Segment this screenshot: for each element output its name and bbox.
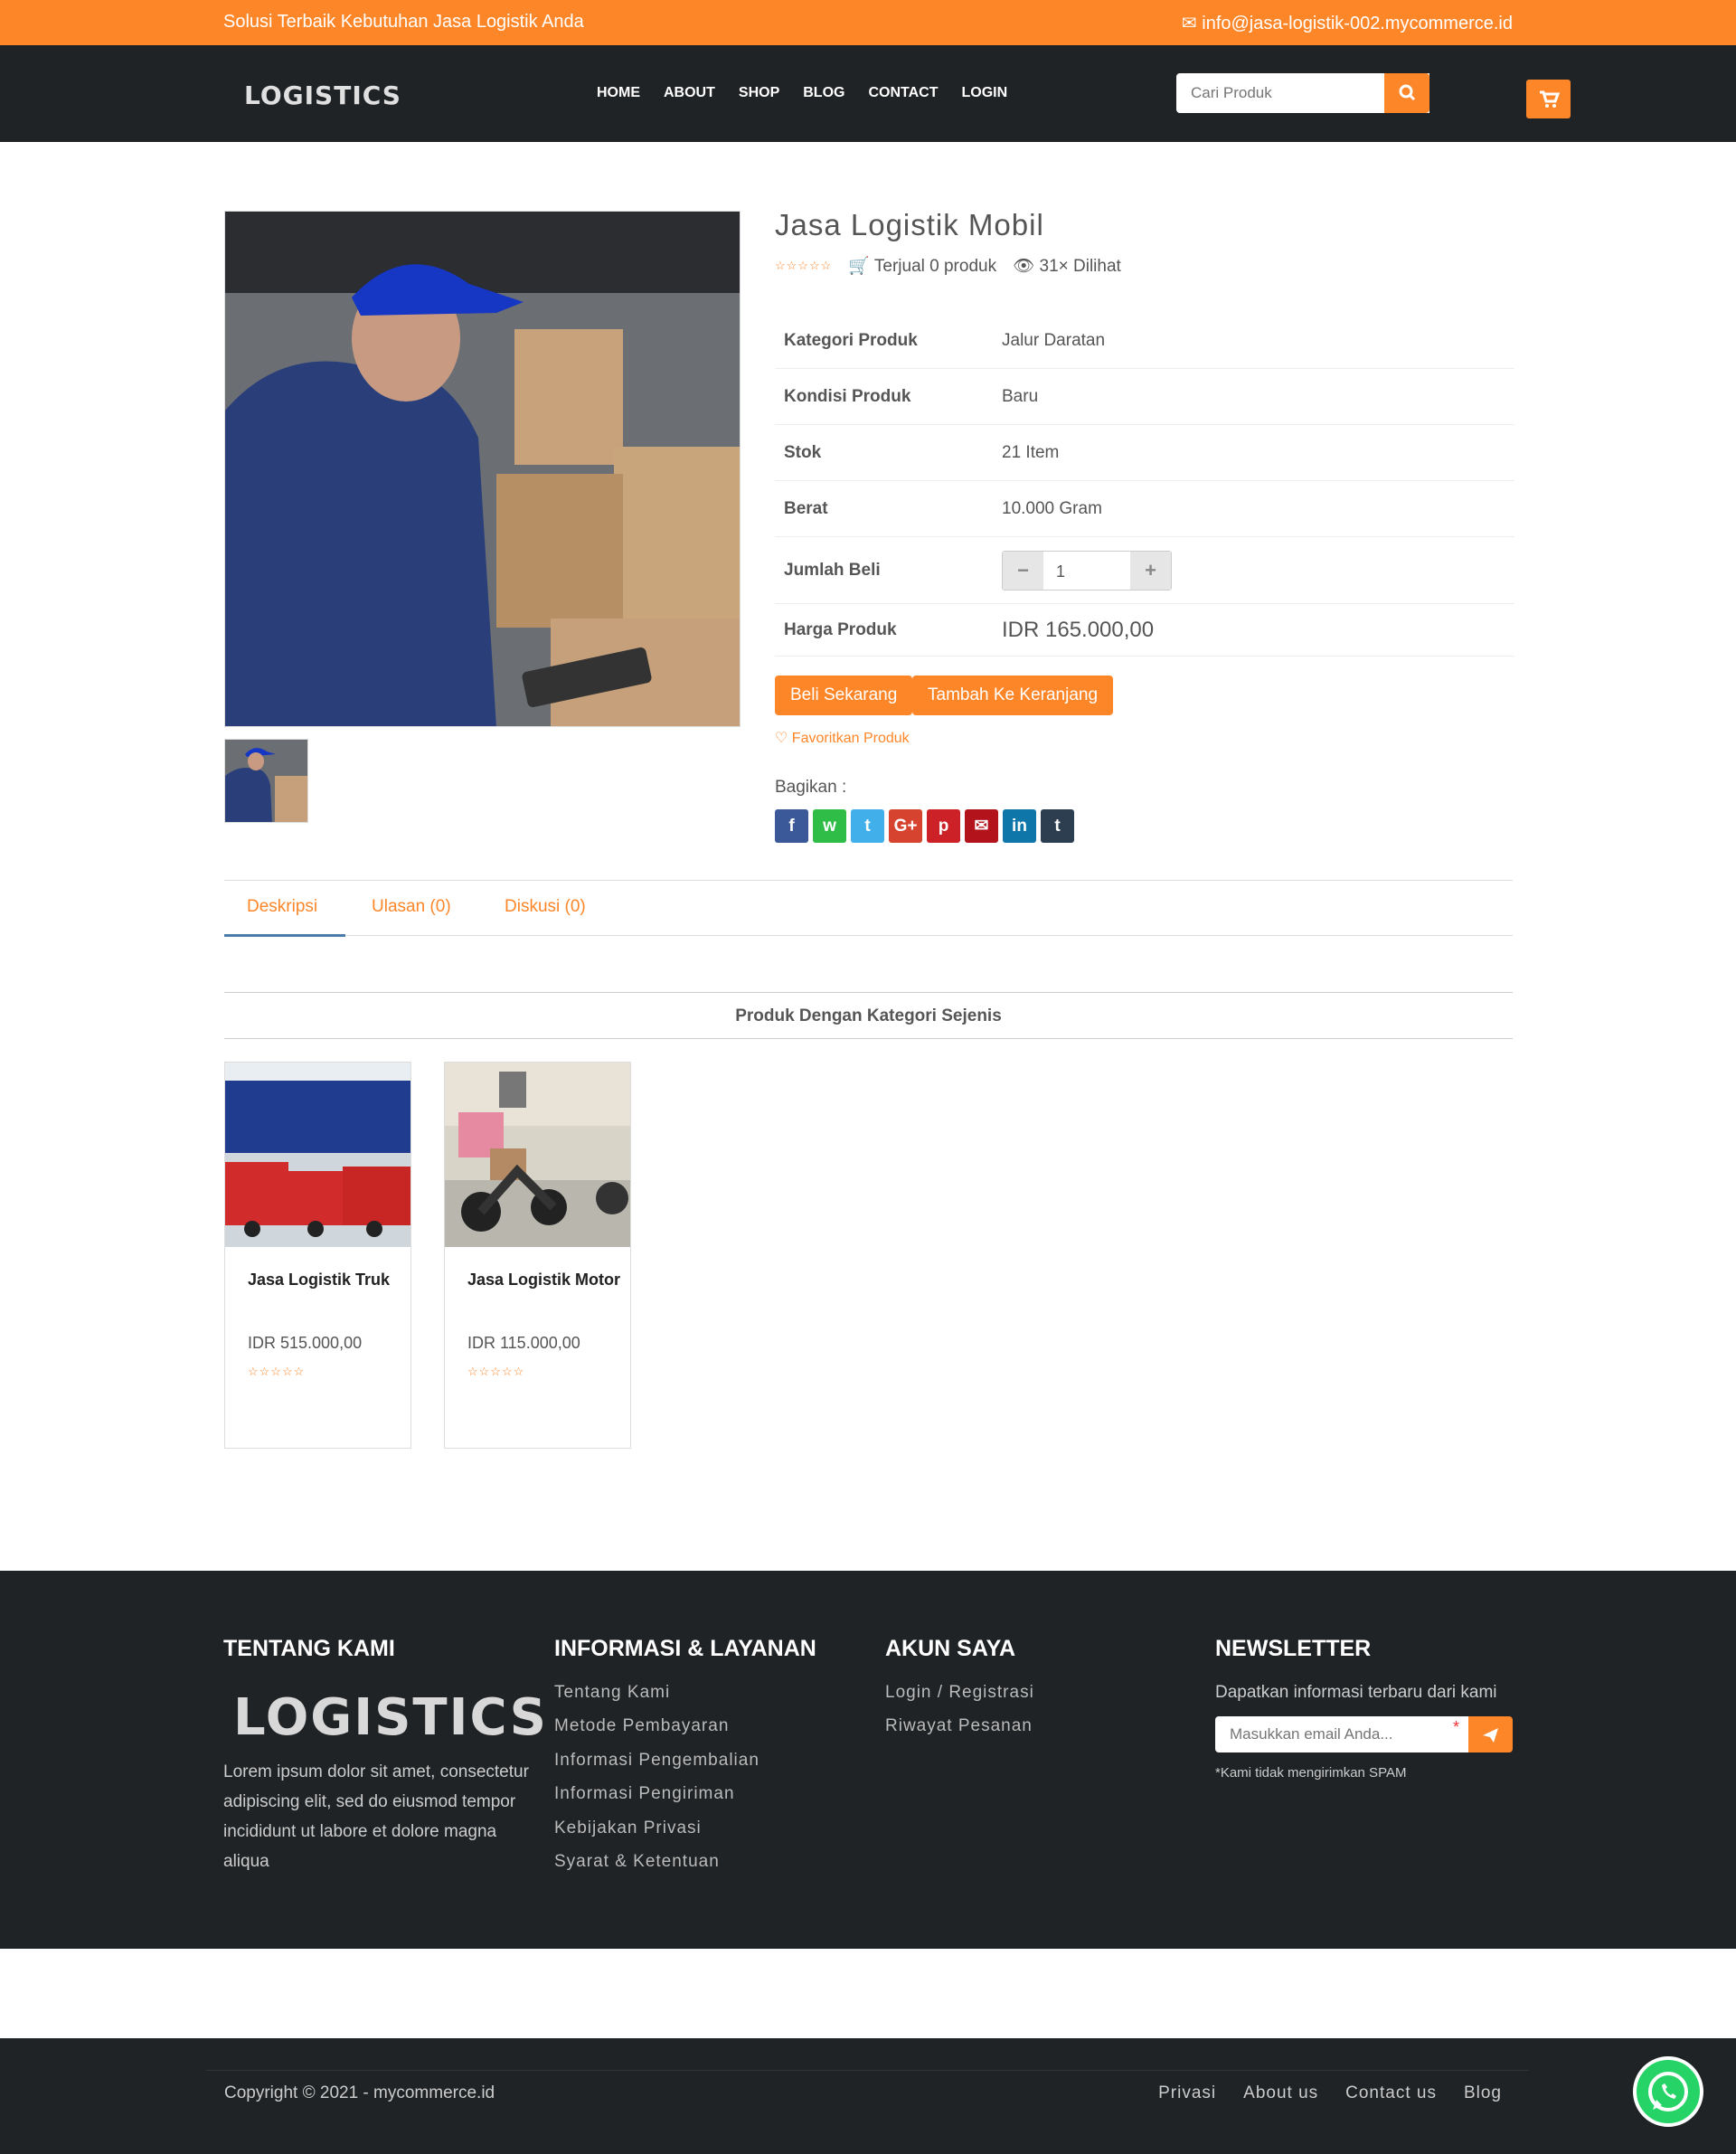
newsletter-text: Dapatkan informasi terbaru dari kami xyxy=(1215,1683,1497,1702)
footer-link-login[interactable]: Login / Registrasi xyxy=(885,1683,1034,1703)
bottom-bar: Copyright © 2021 - mycommerce.id Privasi… xyxy=(0,2038,1736,2154)
product-spec-table: Kategori Produk Jalur Daratan Kondisi Pro… xyxy=(775,313,1514,657)
main-menu: HOME ABOUT SHOP BLOG CONTACT LOGIN xyxy=(597,85,1007,101)
footer-about-heading: TENTANG KAMI xyxy=(223,1636,395,1661)
menu-home[interactable]: HOME xyxy=(597,85,640,101)
product-card[interactable]: Jasa Logistik Truk IDR 515.000,00 ☆☆☆☆☆ xyxy=(224,1062,411,1449)
search-icon xyxy=(1399,84,1416,101)
menu-about[interactable]: ABOUT xyxy=(664,85,715,101)
bottom-link-about[interactable]: About us xyxy=(1243,2083,1318,2103)
product-main-image[interactable] xyxy=(224,211,741,727)
facebook-share-icon[interactable]: f xyxy=(775,809,808,843)
twitter-share-icon[interactable]: t xyxy=(851,809,884,843)
footer-about-text: Lorem ipsum dolor sit amet, consectetur … xyxy=(223,1762,529,1871)
menu-blog[interactable]: BLOG xyxy=(803,85,844,101)
cart-button[interactable] xyxy=(1526,80,1571,118)
search-button[interactable] xyxy=(1384,73,1429,113)
footer-logo: LOGISTICS xyxy=(233,1688,548,1747)
spec-row-price: Harga Produk IDR 165.000,00 xyxy=(775,604,1514,657)
product-price: IDR 165.000,00 xyxy=(1002,617,1155,642)
divider xyxy=(206,2070,1529,2071)
footer-link-syarat-ketentuan[interactable]: Syarat & Ketentuan xyxy=(554,1852,720,1872)
spec-row-condition: Kondisi Produk Baru xyxy=(775,369,1514,425)
active-tab-indicator xyxy=(224,934,345,937)
whatsapp-icon xyxy=(1648,2072,1688,2111)
product-card-rating: ☆☆☆☆☆ xyxy=(248,1365,306,1378)
product-meta: ☆☆☆☆☆ 🛒 Terjual 0 produk 👁 31× Dilihat xyxy=(775,255,1121,277)
footer: TENTANG KAMI LOGISTICS Lorem ipsum dolor… xyxy=(0,1571,1736,1949)
whatsapp-chat-button[interactable] xyxy=(1633,2056,1703,2127)
newsletter-email-input[interactable] xyxy=(1215,1716,1470,1752)
quantity-stepper: − 1 + xyxy=(1002,550,1172,590)
share-buttons: f w t G+ p ✉ in t xyxy=(775,809,1074,843)
product-thumbnail[interactable] xyxy=(224,739,308,823)
sold-count: 🛒 Terjual 0 produk xyxy=(848,257,997,276)
footer-link-informasi-pengiriman[interactable]: Informasi Pengiriman xyxy=(554,1784,735,1804)
newsletter-submit-button[interactable] xyxy=(1468,1716,1513,1752)
qty-minus-button[interactable]: − xyxy=(1003,551,1043,590)
spec-row-weight: Berat 10.000 Gram xyxy=(775,481,1514,537)
bottom-link-blog[interactable]: Blog xyxy=(1464,2083,1502,2103)
cart-icon xyxy=(1540,90,1561,108)
tagline: Solusi Terbaik Kebutuhan Jasa Logistik A… xyxy=(223,12,584,32)
navbar: LOGISTICS HOME ABOUT SHOP BLOG CONTACT L… xyxy=(0,45,1736,142)
tab-deskripsi[interactable]: Deskripsi xyxy=(247,897,317,917)
required-marker: * xyxy=(1453,1718,1460,1736)
footer-link-riwayat-pesanan[interactable]: Riwayat Pesanan xyxy=(885,1716,1033,1736)
product-card-name[interactable]: Jasa Logistik Motor xyxy=(467,1265,621,1295)
newsletter-note: *Kami tidak mengirimkan SPAM xyxy=(1215,1765,1407,1781)
tab-ulasan[interactable]: Ulasan (0) xyxy=(372,897,451,917)
cart-icon: 🛒 xyxy=(848,257,870,276)
send-icon xyxy=(1483,1728,1498,1743)
linkedin-share-icon[interactable]: in xyxy=(1003,809,1036,843)
top-bar: Solusi Terbaik Kebutuhan Jasa Logistik A… xyxy=(0,0,1736,45)
google-plus-share-icon[interactable]: G+ xyxy=(889,809,922,843)
product-title: Jasa Logistik Mobil xyxy=(775,208,1044,241)
tab-diskusi[interactable]: Diskusi (0) xyxy=(505,897,586,917)
copyright: Copyright © 2021 - mycommerce.id xyxy=(224,2083,495,2102)
whatsapp-share-icon[interactable]: w xyxy=(813,809,846,843)
bottom-link-privasi[interactable]: Privasi xyxy=(1158,2083,1216,2103)
footer-link-informasi-pengembalian[interactable]: Informasi Pengembalian xyxy=(554,1751,760,1771)
product-tabs: Deskripsi Ulasan (0) Diskusi (0) xyxy=(224,880,1513,937)
add-to-cart-button[interactable]: Tambah Ke Keranjang xyxy=(912,675,1114,715)
bottom-links: Privasi About us Contact us Blog xyxy=(1158,2083,1502,2103)
product-card-price: IDR 115.000,00 xyxy=(467,1334,580,1352)
product-card[interactable]: Jasa Logistik Motor IDR 115.000,00 ☆☆☆☆☆ xyxy=(444,1062,631,1449)
product-card-rating: ☆☆☆☆☆ xyxy=(467,1365,525,1378)
product-card-image[interactable] xyxy=(225,1063,410,1247)
spec-row-quantity: Jumlah Beli − 1 + xyxy=(775,537,1514,604)
menu-shop[interactable]: SHOP xyxy=(739,85,779,101)
share-label: Bagikan : xyxy=(775,778,847,797)
footer-link-metode-pembayaran[interactable]: Metode Pembayaran xyxy=(554,1716,729,1736)
spec-row-stock: Stok 21 Item xyxy=(775,425,1514,481)
bottom-link-contact[interactable]: Contact us xyxy=(1345,2083,1437,2103)
footer-info-heading: INFORMASI & LAYANAN xyxy=(554,1636,816,1661)
footer-link-tentang-kami[interactable]: Tentang Kami xyxy=(554,1683,670,1703)
qty-input[interactable]: 1 xyxy=(1043,552,1130,590)
product-card-price: IDR 515.000,00 xyxy=(248,1334,363,1352)
qty-plus-button[interactable]: + xyxy=(1130,551,1171,590)
product-card-name[interactable]: Jasa Logistik Truk xyxy=(248,1265,401,1295)
pinterest-share-icon[interactable]: p xyxy=(927,809,960,843)
envelope-icon: ✉ xyxy=(1181,14,1203,33)
eye-icon: 👁 xyxy=(1013,257,1035,276)
footer-link-kebijakan-privasi[interactable]: Kebijakan Privasi xyxy=(554,1819,702,1838)
buy-now-button[interactable]: Beli Sekarang xyxy=(775,675,913,715)
menu-contact[interactable]: CONTACT xyxy=(868,85,938,101)
tumblr-share-icon[interactable]: t xyxy=(1041,809,1074,843)
rating-stars: ☆☆☆☆☆ xyxy=(775,259,833,272)
spec-row-category: Kategori Produk Jalur Daratan xyxy=(775,313,1514,369)
site-logo[interactable]: LOGISTICS xyxy=(244,80,401,110)
similar-products-heading: Produk Dengan Kategori Sejenis xyxy=(224,992,1513,1039)
product-card-image[interactable] xyxy=(445,1063,630,1247)
menu-login[interactable]: LOGIN xyxy=(961,85,1007,101)
favorite-link[interactable]: ♡ Favoritkan Produk xyxy=(775,729,910,747)
email-share-icon[interactable]: ✉ xyxy=(965,809,998,843)
heart-icon: ♡ xyxy=(775,731,792,746)
contact-email[interactable]: ✉ info@jasa-logistik-002.mycommerce.id xyxy=(1182,12,1513,34)
view-count: 👁 31× Dilihat xyxy=(1013,257,1121,276)
footer-account-heading: AKUN SAYA xyxy=(885,1636,1016,1661)
footer-newsletter-heading: NEWSLETTER xyxy=(1215,1636,1372,1661)
